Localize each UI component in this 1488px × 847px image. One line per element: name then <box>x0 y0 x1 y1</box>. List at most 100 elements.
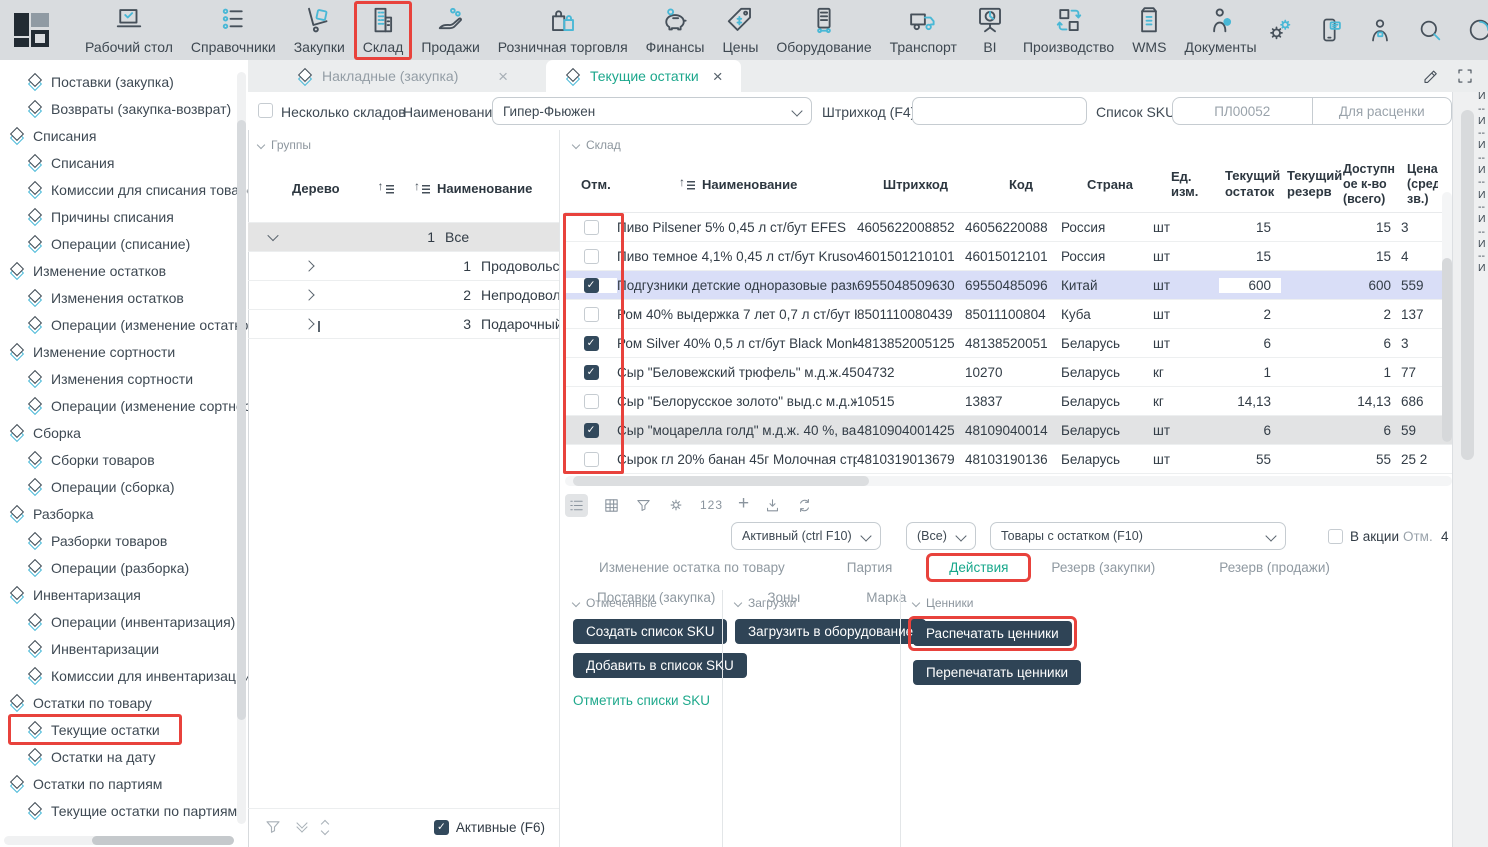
add-icon[interactable]: + <box>738 494 749 513</box>
stock-table-vertical-scrollbar[interactable] <box>1442 192 1452 442</box>
sidebar-horizontal-scrollbar[interactable] <box>4 836 232 845</box>
sidebar-item[interactable]: Остатки по партиям <box>0 770 248 797</box>
nav-production[interactable]: Производство <box>1014 1 1123 60</box>
row-mark-checkbox[interactable] <box>584 394 599 409</box>
user-session-icon[interactable] <box>1366 16 1394 44</box>
nav-retail[interactable]: Розничная торговля <box>489 1 637 60</box>
sku-segment-pl00052[interactable]: ПЛ00052 <box>1173 98 1312 124</box>
support-chat-icon[interactable] <box>1316 16 1344 44</box>
settings-gears-icon[interactable] <box>1266 16 1294 44</box>
collapsed-right-panel[interactable]: -- И -- И -- И -- И -- И -- И <box>1452 92 1488 847</box>
upload-to-equipment-button[interactable]: Загрузить в оборудование <box>735 619 926 644</box>
column-header-unit[interactable]: Ед. изм. <box>1153 169 1219 199</box>
print-price-tags-button[interactable]: Распечатать ценники <box>913 621 1072 646</box>
filter-funnel-icon[interactable] <box>264 818 282 836</box>
fullscreen-icon[interactable] <box>1456 67 1474 88</box>
nav-transport[interactable]: Транспорт <box>881 1 966 60</box>
row-mark-checkbox[interactable] <box>584 220 599 235</box>
sidebar-item[interactable]: Изменение остатков <box>0 257 248 284</box>
sidebar-item[interactable]: Списания <box>0 122 248 149</box>
sidebar-item[interactable]: Возвраты (закупка-возврат) <box>0 95 248 122</box>
collapse-all-icon[interactable] <box>298 823 306 831</box>
status-filter-select[interactable]: Активный (ctrl F10) <box>731 522 881 550</box>
nav-desktop[interactable]: Рабочий стол <box>76 1 182 60</box>
price-tags-panel-header[interactable]: Ценники <box>913 596 1452 610</box>
download-icon[interactable] <box>764 497 781 514</box>
warehouse-panel-header[interactable]: Склад <box>565 130 1452 152</box>
sidebar-vertical-scrollbar[interactable] <box>237 72 246 824</box>
detail-tab[interactable]: Резерв (продажи) <box>1217 556 1332 579</box>
group-row[interactable]: 3 Подарочный сертификать <box>248 310 559 339</box>
close-icon[interactable]: × <box>713 68 723 85</box>
sidebar-item[interactable]: Остатки на дату <box>0 743 248 770</box>
promo-checkbox[interactable] <box>1328 529 1343 544</box>
group-row[interactable]: 1 Все <box>248 222 559 252</box>
row-mark-checkbox[interactable] <box>584 336 599 351</box>
active-only-checkbox[interactable] <box>434 820 449 835</box>
column-header-mark[interactable]: Отм. <box>565 177 617 192</box>
sidebar-item[interactable]: Списания <box>0 149 248 176</box>
row-mark-checkbox[interactable] <box>584 307 599 322</box>
sidebar-item[interactable]: Поставки (закупка) <box>0 68 248 95</box>
sidebar-item[interactable]: Инвентаризации <box>0 635 248 662</box>
group-row[interactable]: 2 Непродовольственные то <box>248 281 559 310</box>
row-mark-checkbox[interactable] <box>584 423 599 438</box>
table-row[interactable]: Сырок гл 20% банан 45г Молочная стр 4810… <box>565 445 1452 474</box>
column-header-price[interactable]: Цена(средзв.) <box>1401 162 1438 207</box>
sidebar-item[interactable]: Разборки товаров <box>0 527 248 554</box>
grid-view-icon[interactable] <box>603 497 620 514</box>
column-header-available[interactable]: Доступное к-во(всего) <box>1337 162 1401 207</box>
numbering-toggle[interactable]: 123 <box>700 498 723 512</box>
column-header-reserve[interactable]: Текущийрезерв <box>1281 168 1337 200</box>
tab-invoices-purchase[interactable]: Накладные (закупка) × <box>278 60 526 92</box>
nav-prices[interactable]: Цены <box>713 1 767 60</box>
settings-gear-icon[interactable] <box>667 496 685 514</box>
column-header-name[interactable]: Наименование <box>437 181 532 196</box>
barcode-input[interactable] <box>912 97 1087 125</box>
sidebar-item[interactable]: Операции (изменение сортности) <box>0 392 248 419</box>
sort-icon[interactable] <box>414 182 431 195</box>
table-row[interactable]: Ром Silver 40% 0,5 л ст/бут Black Monke … <box>565 329 1452 358</box>
tab-current-stock[interactable]: Текущие остатки × <box>546 60 741 92</box>
tree-expander-icon[interactable] <box>248 233 298 241</box>
filter-funnel-icon[interactable] <box>635 497 652 514</box>
group-row[interactable]: 1 Продовольственные това <box>248 252 559 281</box>
nav-finance[interactable]: Финансы <box>637 1 714 60</box>
sidebar-item[interactable]: Операции (сборка) <box>0 473 248 500</box>
sidebar-item[interactable]: Изменение сортности <box>0 338 248 365</box>
row-mark-checkbox[interactable] <box>584 249 599 264</box>
detail-tab[interactable]: Действия <box>926 553 1031 582</box>
sidebar-item[interactable]: Текущие остатки <box>0 716 248 743</box>
sku-segment-for-pricing[interactable]: Для расценки <box>1312 98 1452 124</box>
sidebar-item[interactable]: Изменения сортности <box>0 365 248 392</box>
edit-pencil-icon[interactable] <box>1422 67 1440 88</box>
sidebar-item[interactable]: Сборки товаров <box>0 446 248 473</box>
right-panel-scrollbar[interactable] <box>1461 110 1474 460</box>
sidebar-item[interactable]: Операции (разборка) <box>0 554 248 581</box>
groups-panel-header[interactable]: Группы <box>248 130 559 152</box>
tree-expander-icon[interactable] <box>248 262 334 270</box>
nav-warehouse[interactable]: Склад <box>354 1 413 60</box>
search-icon[interactable] <box>1416 16 1444 44</box>
warehouse-select[interactable]: Гипер-Фьюжен <box>492 97 812 125</box>
sidebar-item[interactable]: Операции (списание) <box>0 230 248 257</box>
scope-filter-select[interactable]: (Все) <box>906 522 976 550</box>
sidebar-item[interactable]: Причины списания <box>0 203 248 230</box>
tree-expander-icon[interactable] <box>248 291 334 299</box>
tree-expander-icon[interactable] <box>248 320 334 328</box>
add-to-sku-list-button[interactable]: Добавить в список SKU <box>573 653 747 678</box>
nav-equipment[interactable]: Оборудование <box>767 1 880 60</box>
sidebar-item[interactable]: Операции (инвентаризация) <box>0 608 248 635</box>
sidebar-item[interactable]: Текущие остатки по партиям <box>0 797 248 824</box>
sidebar-item[interactable]: Операции (изменение остатков) <box>0 311 248 338</box>
sidebar-item[interactable]: Сборка <box>0 419 248 446</box>
marked-panel-header[interactable]: Отмеченные <box>573 596 722 610</box>
nav-purchases[interactable]: Закупки <box>285 1 354 60</box>
sort-icon[interactable] <box>679 178 696 191</box>
multi-warehouse-checkbox[interactable] <box>258 103 273 118</box>
nav-sales[interactable]: Продажи <box>412 1 488 60</box>
sidebar-item[interactable]: Остатки по товару <box>0 689 248 716</box>
row-mark-checkbox[interactable] <box>584 278 599 293</box>
sort-order-icon[interactable] <box>322 821 328 834</box>
detail-tab[interactable]: Партия <box>845 556 894 579</box>
